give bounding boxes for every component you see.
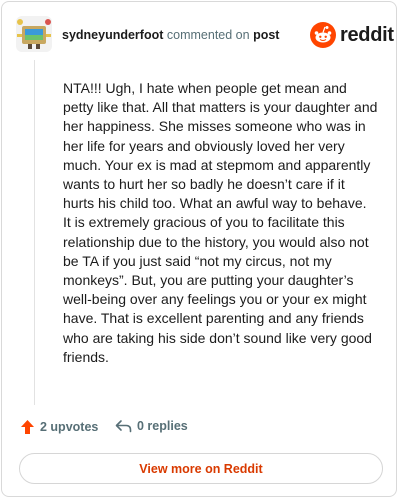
reddit-wordmark: reddit: [340, 23, 394, 46]
reply-arrow-icon: [115, 420, 132, 433]
comment-body: NTA!!! Ugh, I hate when people get mean …: [63, 80, 378, 365]
replies-button[interactable]: 0 replies: [115, 419, 188, 433]
embedded-comment-card: sydneyunderfoot commented on post reddit…: [1, 1, 397, 497]
avatar[interactable]: [16, 16, 52, 52]
upvotes-count: 2 upvotes: [40, 420, 99, 434]
arrow-up-icon: [21, 420, 34, 434]
thread-line: [34, 60, 35, 405]
post-link[interactable]: post: [253, 28, 279, 42]
view-more-button[interactable]: View more on Reddit: [19, 453, 383, 484]
reddit-snoo-icon: [310, 22, 336, 48]
username-link[interactable]: sydneyunderfoot: [62, 28, 163, 42]
header-action-text: commented on: [166, 28, 250, 42]
replies-count: 0 replies: [137, 419, 188, 433]
reddit-logo[interactable]: reddit: [310, 22, 394, 48]
comment-header: sydneyunderfoot commented on post: [62, 28, 279, 42]
upvote-button[interactable]: 2 upvotes: [20, 419, 98, 435]
